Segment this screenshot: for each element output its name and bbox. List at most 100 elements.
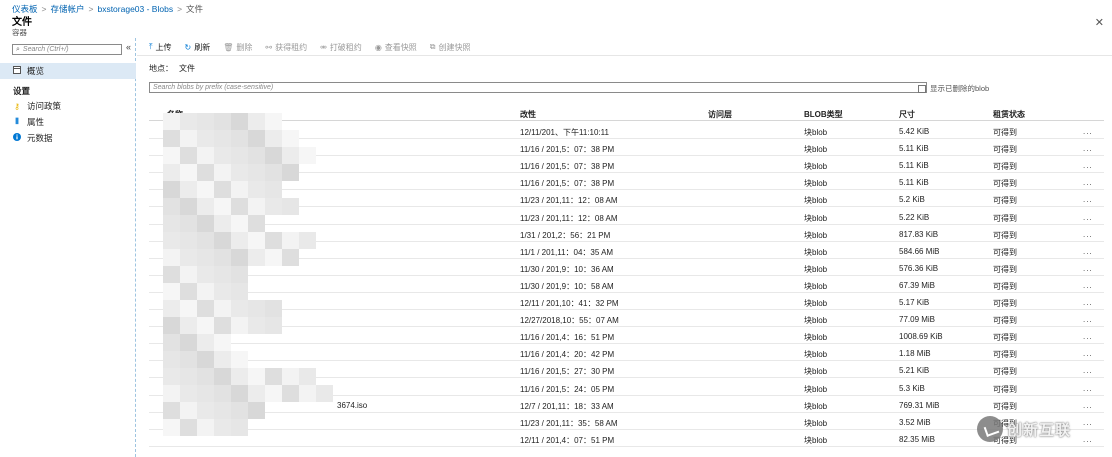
breadcrumb-blobs[interactable]: bxstorage03 - Blobs — [97, 4, 173, 14]
row-more-menu-icon[interactable]: ... — [1083, 144, 1093, 153]
lease-state-cell: 可得到 — [993, 213, 1017, 223]
close-icon[interactable]: ✕ — [1095, 16, 1104, 29]
modified-cell: 11/30 / 201,9：10：58 AM — [520, 281, 614, 291]
column-header-blob-type[interactable]: BLOB类型 — [804, 109, 843, 120]
blob-type-cell: 块blob — [804, 384, 828, 394]
blob-type-cell: 块blob — [804, 316, 828, 326]
collapse-menu-icon[interactable]: « — [126, 42, 131, 52]
sidebar-item-metadata[interactable]: 元数据 — [0, 130, 136, 146]
sidebar-item-access-policy[interactable]: ⚷ 访问政策 — [0, 98, 136, 114]
row-more-menu-icon[interactable]: ... — [1083, 366, 1093, 375]
blob-type-cell: 块blob — [804, 333, 828, 343]
row-more-menu-icon[interactable]: ... — [1083, 195, 1093, 204]
upload-button[interactable]: ⤒ 上传 — [149, 42, 172, 53]
menu-search-input[interactable]: ⌕ Search (Ctrl+/) — [12, 44, 122, 55]
column-header-name[interactable]: 名称 — [167, 109, 183, 120]
table-row[interactable]: 11/16 / 201,5：24：05 PM 块blob 5.3 KiB 可得到... — [149, 379, 1104, 396]
row-more-menu-icon[interactable]: ... — [1083, 435, 1093, 444]
size-cell: 769.31 MiB — [899, 400, 940, 410]
table-row[interactable]: 12/11/201、下午11:10:11 块blob 5.42 KiB 可得到... — [149, 122, 1104, 139]
modified-cell: 12/27/2018,10：55：07 AM — [520, 316, 619, 326]
blob-type-cell: 块blob — [804, 401, 828, 411]
row-more-menu-icon[interactable]: ... — [1083, 178, 1093, 187]
table-row[interactable]: 1/31 / 201,2：56：21 PM 块blob 817.83 KiB 可得到.… — [149, 225, 1104, 242]
table-row[interactable]: 11/30 / 201,9：10：58 AM 块blob 67.39 MiB 可得到.… — [149, 276, 1104, 293]
blob-type-cell: 块blob — [804, 418, 828, 428]
table-row[interactable]: 3674.iso 12/7 / 201,11：18：33 AM 块blob 769.3… — [149, 396, 1104, 413]
settings-section-title: 设置 — [13, 86, 31, 96]
blob-type-cell: 块blob — [804, 299, 828, 308]
lease-state-cell: 可得到 — [993, 418, 1017, 428]
column-header-size[interactable]: 尺寸 — [899, 109, 915, 120]
modified-cell: 11/1 / 201,11：04：35 AM — [520, 247, 614, 257]
blob-prefix-search-input[interactable]: Search blobs by prefix (case-sensitive) — [149, 82, 927, 93]
table-row[interactable]: 12/11 / 201,10：41：32 PM 块blob 5.17 KiB 可得到.… — [149, 293, 1104, 310]
row-more-menu-icon[interactable]: ... — [1083, 349, 1093, 358]
table-row[interactable]: 11/16 / 201,5：27：30 PM 块blob 5.21 KiB 可得到..… — [149, 361, 1104, 379]
table-row[interactable]: 11/16 / 201,5：07：38 PM 块blob 5.11 KiB 可得到..… — [149, 139, 1104, 157]
blob-name-cell: 3674.iso — [337, 400, 368, 410]
row-more-menu-icon[interactable]: ... — [1083, 384, 1093, 393]
view-snapshots-button[interactable]: ◉ 查看快照 — [375, 42, 417, 53]
properties-icon: ⦀ — [15, 117, 19, 126]
table-row[interactable]: 11/30 / 201,9：10：36 AM 块blob 576.36 KiB 可得到… — [149, 259, 1104, 276]
row-more-menu-icon[interactable]: ... — [1083, 247, 1093, 256]
checkbox-box[interactable] — [918, 84, 926, 93]
row-more-menu-icon[interactable]: ... — [1083, 264, 1093, 273]
row-more-menu-icon[interactable]: ... — [1083, 298, 1093, 307]
size-cell: 5.11 KiB — [899, 161, 929, 171]
blade-header: 文件 容器 — [12, 17, 32, 37]
row-more-menu-icon[interactable]: ... — [1083, 418, 1093, 427]
table-row[interactable]: 11/16 / 201,4：16：51 PM 块blob 1008.69 KiB 可得… — [149, 327, 1104, 345]
row-more-menu-icon[interactable]: ... — [1083, 161, 1093, 170]
blob-type-cell: 块blob — [804, 145, 828, 155]
sidebar-item-label: 元数据 — [27, 133, 53, 143]
modified-cell: 12/7 / 201,11：18：33 AM — [520, 401, 614, 411]
breadcrumb-storage-accounts[interactable]: 存储帐户 — [50, 3, 84, 15]
size-cell: 1.18 MiB — [899, 349, 931, 359]
delete-button[interactable]: 🗑︎ 删除 — [223, 42, 252, 53]
table-row[interactable]: 11/16 / 201,5：07：38 PM 块blob 5.11 KiB 可得到..… — [149, 156, 1104, 174]
create-snapshot-button[interactable]: ⧉ 创建快照 — [430, 42, 471, 53]
row-more-menu-icon[interactable]: ... — [1083, 401, 1093, 410]
row-more-menu-icon[interactable]: ... — [1083, 281, 1093, 290]
table-row[interactable]: 12/11 / 201,4：07：51 PM 块blob 82.35 MiB 可得到.… — [149, 430, 1104, 447]
sidebar-item-overview[interactable]: 概览 — [0, 63, 136, 79]
lease-state-cell: 可得到 — [993, 316, 1017, 326]
table-header: 名称 改性 访问层 BLOB类型 尺寸 租赁状态 — [149, 106, 1104, 121]
table-row[interactable]: 11/23 / 201,11：12：08 AM 块blob 5.2 KiB 可得到..… — [149, 190, 1104, 208]
eye-icon: ◉ — [374, 42, 382, 52]
row-more-menu-icon[interactable]: ... — [1083, 127, 1093, 136]
modified-cell: 11/16 / 201,5：07：38 PM — [520, 179, 615, 189]
refresh-label: 刷新 — [194, 42, 211, 52]
row-more-menu-icon[interactable]: ... — [1083, 213, 1093, 222]
command-bar: ⤒ 上传 ↻ 刷新 🗑︎ 删除 ⚯ 获得租约 ⚮ 打破租约 ◉ 查看快照 ⧉ 创… — [149, 40, 471, 54]
table-row[interactable]: 11/16 / 201,4：20：42 PM 块blob 1.18 MiB 可得到..… — [149, 344, 1104, 362]
create-snapshot-label: 创建快照 — [438, 42, 471, 52]
size-cell: 5.42 KiB — [899, 127, 930, 136]
column-header-modified[interactable]: 改性 — [520, 109, 536, 120]
column-header-access-tier[interactable]: 访问层 — [708, 109, 732, 120]
modified-cell: 12/11 / 201,4：07：51 PM — [520, 435, 615, 445]
modified-cell: 1/31 / 201,2：56：21 PM — [520, 230, 611, 240]
row-more-menu-icon[interactable]: ... — [1083, 332, 1093, 341]
table-row[interactable]: 11/23 / 201,11：12：08 AM 块blob 5.22 KiB 可得到.… — [149, 208, 1104, 225]
show-deleted-label: 显示已删除的blob — [930, 84, 990, 93]
table-row[interactable]: 11/23 / 201,11：35：58 AM 块blob 3.52 MiB 可得到.… — [149, 413, 1104, 430]
acquire-lease-button[interactable]: ⚯ 获得租约 — [265, 42, 307, 53]
table-row[interactable]: 11/16 / 201,5：07：38 PM 块blob 5.11 KiB 可得到..… — [149, 173, 1104, 191]
sidebar-item-properties[interactable]: ⦀ 属性 — [0, 114, 136, 130]
refresh-button[interactable]: ↻ 刷新 — [185, 42, 211, 53]
row-more-menu-icon[interactable]: ... — [1083, 230, 1093, 239]
breadcrumb-dashboard[interactable]: 仪表板 — [12, 3, 38, 15]
row-more-menu-icon[interactable]: ... — [1083, 315, 1093, 324]
lease-state-cell: 可得到 — [993, 264, 1017, 274]
table-row[interactable]: 11/1 / 201,11：04：35 AM 块blob 584.66 MiB 可得到… — [149, 242, 1104, 259]
break-lease-button[interactable]: ⚮ 打破租约 — [320, 42, 362, 53]
table-row[interactable]: 12/27/2018,10：55：07 AM 块blob 77.09 MiB 可得到.… — [149, 310, 1104, 328]
column-header-lease-state[interactable]: 租赁状态 — [993, 109, 1025, 120]
page-title: 文件 — [12, 17, 32, 28]
modified-cell: 11/16 / 201,5：27：30 PM — [520, 367, 615, 377]
size-cell: 5.17 KiB — [899, 298, 930, 307]
show-deleted-blobs-checkbox[interactable]: 显示已删除的blob — [918, 83, 989, 94]
